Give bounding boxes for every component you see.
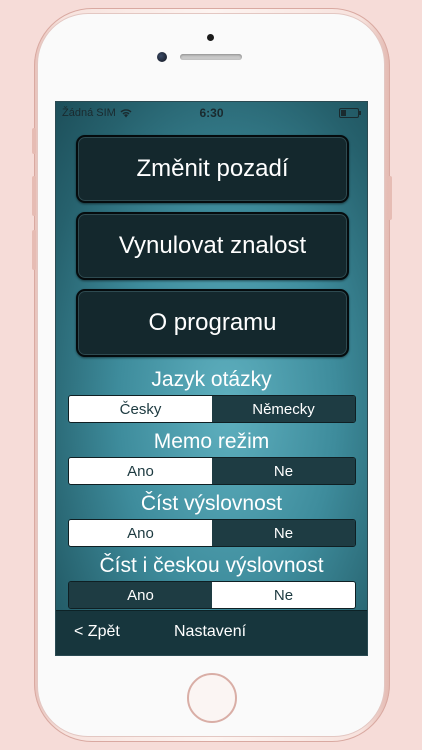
- app-screen: Žádná SIM 6:30 Změnit pozadí Vynulovat z…: [55, 101, 368, 656]
- question-language-label: Jazyk otázky: [151, 368, 272, 391]
- change-background-button[interactable]: Změnit pozadí: [76, 135, 349, 203]
- screen-title: Nastavení: [174, 623, 247, 640]
- mute-switch: [32, 128, 36, 154]
- segment-pronunciation-yes[interactable]: Ano: [69, 520, 212, 546]
- proximity-sensor: [207, 34, 214, 41]
- read-czech-pronunciation-label: Číst i českou výslovnost: [99, 554, 324, 577]
- segment-german[interactable]: Německy: [212, 396, 355, 422]
- read-czech-pronunciation-segmented: Ano Ne: [68, 581, 356, 609]
- segment-memo-no[interactable]: Ne: [212, 458, 355, 484]
- read-pronunciation-segmented: Ano Ne: [68, 519, 356, 547]
- segment-czech-pronunciation-yes[interactable]: Ano: [69, 582, 212, 608]
- memo-mode-label: Memo režim: [153, 430, 270, 453]
- segment-pronunciation-no[interactable]: Ne: [212, 520, 355, 546]
- status-bar: Žádná SIM 6:30: [56, 102, 367, 124]
- battery-icon: [339, 108, 361, 118]
- read-pronunciation-label: Číst výslovnost: [140, 492, 283, 515]
- home-button[interactable]: [187, 673, 237, 723]
- front-camera-icon: [157, 52, 167, 62]
- question-language-segmented: Česky Německy: [68, 395, 356, 423]
- power-button: [388, 176, 392, 220]
- volume-down-button: [32, 230, 36, 270]
- segment-czech-pronunciation-no[interactable]: Ne: [212, 582, 355, 608]
- clock: 6:30: [199, 106, 224, 120]
- back-button[interactable]: < Zpět: [74, 623, 120, 641]
- bottom-toolbar: < Zpět Nastavení: [56, 610, 367, 655]
- memo-mode-segmented: Ano Ne: [68, 457, 356, 485]
- segment-czech[interactable]: Česky: [69, 396, 212, 422]
- earpiece-speaker: [180, 54, 242, 60]
- about-button[interactable]: O programu: [76, 289, 349, 357]
- reset-knowledge-button[interactable]: Vynulovat znalost: [76, 212, 349, 280]
- segment-memo-yes[interactable]: Ano: [69, 458, 212, 484]
- volume-up-button: [32, 176, 36, 216]
